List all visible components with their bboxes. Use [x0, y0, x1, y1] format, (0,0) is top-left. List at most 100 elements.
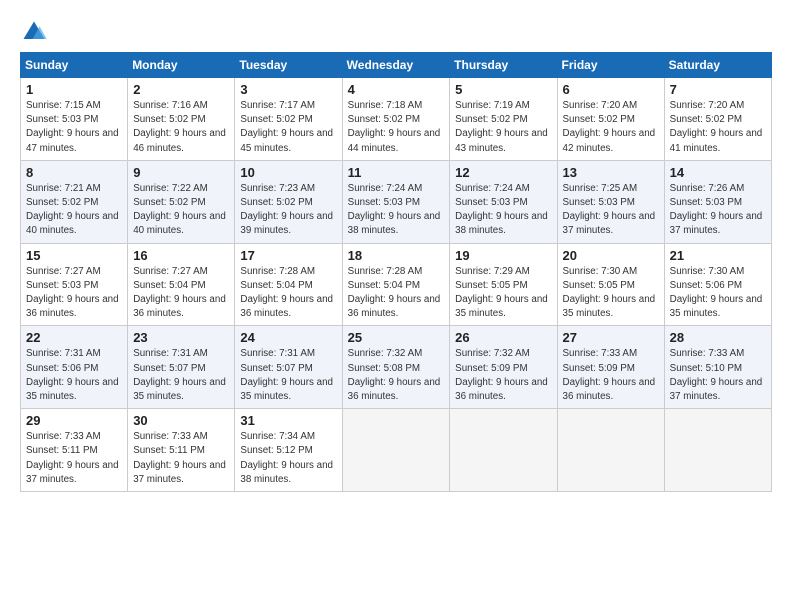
calendar-cell: 20 Sunrise: 7:30 AMSunset: 5:05 PMDaylig… — [557, 243, 664, 326]
day-info: Sunrise: 7:22 AMSunset: 5:02 PMDaylight:… — [133, 183, 226, 237]
day-info: Sunrise: 7:34 AMSunset: 5:12 PMDaylight:… — [240, 431, 333, 485]
day-number: 31 — [240, 413, 336, 428]
day-info: Sunrise: 7:33 AMSunset: 5:09 PMDaylight:… — [563, 348, 656, 402]
calendar-cell: 22 Sunrise: 7:31 AMSunset: 5:06 PMDaylig… — [21, 326, 128, 409]
day-info: Sunrise: 7:33 AMSunset: 5:11 PMDaylight:… — [133, 431, 226, 485]
day-number: 27 — [563, 330, 659, 345]
day-number: 11 — [348, 165, 445, 180]
calendar-week-row: 15 Sunrise: 7:27 AMSunset: 5:03 PMDaylig… — [21, 243, 772, 326]
day-info: Sunrise: 7:27 AMSunset: 5:03 PMDaylight:… — [26, 266, 119, 320]
calendar-cell — [557, 409, 664, 492]
calendar-cell: 30 Sunrise: 7:33 AMSunset: 5:11 PMDaylig… — [128, 409, 235, 492]
header — [20, 18, 772, 46]
calendar-cell: 25 Sunrise: 7:32 AMSunset: 5:08 PMDaylig… — [342, 326, 450, 409]
day-info: Sunrise: 7:16 AMSunset: 5:02 PMDaylight:… — [133, 100, 226, 154]
calendar-header-saturday: Saturday — [664, 53, 771, 78]
day-number: 15 — [26, 248, 122, 263]
day-info: Sunrise: 7:20 AMSunset: 5:02 PMDaylight:… — [670, 100, 763, 154]
calendar-cell: 17 Sunrise: 7:28 AMSunset: 5:04 PMDaylig… — [235, 243, 342, 326]
day-number: 8 — [26, 165, 122, 180]
day-number: 9 — [133, 165, 229, 180]
calendar-cell: 31 Sunrise: 7:34 AMSunset: 5:12 PMDaylig… — [235, 409, 342, 492]
calendar-header-friday: Friday — [557, 53, 664, 78]
day-info: Sunrise: 7:32 AMSunset: 5:09 PMDaylight:… — [455, 348, 548, 402]
day-number: 12 — [455, 165, 551, 180]
day-info: Sunrise: 7:28 AMSunset: 5:04 PMDaylight:… — [240, 266, 333, 320]
day-number: 29 — [26, 413, 122, 428]
calendar-header-thursday: Thursday — [450, 53, 557, 78]
calendar-cell: 12 Sunrise: 7:24 AMSunset: 5:03 PMDaylig… — [450, 160, 557, 243]
calendar-cell: 5 Sunrise: 7:19 AMSunset: 5:02 PMDayligh… — [450, 78, 557, 161]
calendar-cell: 14 Sunrise: 7:26 AMSunset: 5:03 PMDaylig… — [664, 160, 771, 243]
calendar-cell: 19 Sunrise: 7:29 AMSunset: 5:05 PMDaylig… — [450, 243, 557, 326]
day-number: 19 — [455, 248, 551, 263]
day-number: 26 — [455, 330, 551, 345]
day-number: 25 — [348, 330, 445, 345]
logo-icon — [20, 18, 48, 46]
day-number: 23 — [133, 330, 229, 345]
calendar-cell: 13 Sunrise: 7:25 AMSunset: 5:03 PMDaylig… — [557, 160, 664, 243]
calendar-cell: 4 Sunrise: 7:18 AMSunset: 5:02 PMDayligh… — [342, 78, 450, 161]
calendar-cell — [450, 409, 557, 492]
calendar-week-row: 29 Sunrise: 7:33 AMSunset: 5:11 PMDaylig… — [21, 409, 772, 492]
day-number: 13 — [563, 165, 659, 180]
day-number: 5 — [455, 82, 551, 97]
day-info: Sunrise: 7:25 AMSunset: 5:03 PMDaylight:… — [563, 183, 656, 237]
day-number: 2 — [133, 82, 229, 97]
calendar-week-row: 8 Sunrise: 7:21 AMSunset: 5:02 PMDayligh… — [21, 160, 772, 243]
day-number: 7 — [670, 82, 766, 97]
day-info: Sunrise: 7:31 AMSunset: 5:07 PMDaylight:… — [240, 348, 333, 402]
day-number: 18 — [348, 248, 445, 263]
calendar-cell: 18 Sunrise: 7:28 AMSunset: 5:04 PMDaylig… — [342, 243, 450, 326]
calendar-cell: 8 Sunrise: 7:21 AMSunset: 5:02 PMDayligh… — [21, 160, 128, 243]
calendar-header-row: SundayMondayTuesdayWednesdayThursdayFrid… — [21, 53, 772, 78]
day-info: Sunrise: 7:29 AMSunset: 5:05 PMDaylight:… — [455, 266, 548, 320]
day-number: 1 — [26, 82, 122, 97]
calendar-cell — [342, 409, 450, 492]
calendar-week-row: 1 Sunrise: 7:15 AMSunset: 5:03 PMDayligh… — [21, 78, 772, 161]
day-info: Sunrise: 7:32 AMSunset: 5:08 PMDaylight:… — [348, 348, 441, 402]
day-number: 14 — [670, 165, 766, 180]
logo — [20, 18, 53, 46]
calendar-week-row: 22 Sunrise: 7:31 AMSunset: 5:06 PMDaylig… — [21, 326, 772, 409]
calendar-header-tuesday: Tuesday — [235, 53, 342, 78]
calendar-cell: 27 Sunrise: 7:33 AMSunset: 5:09 PMDaylig… — [557, 326, 664, 409]
calendar-table: SundayMondayTuesdayWednesdayThursdayFrid… — [20, 52, 772, 492]
day-number: 30 — [133, 413, 229, 428]
calendar-header-monday: Monday — [128, 53, 235, 78]
day-number: 20 — [563, 248, 659, 263]
day-number: 3 — [240, 82, 336, 97]
calendar-header-sunday: Sunday — [21, 53, 128, 78]
day-info: Sunrise: 7:15 AMSunset: 5:03 PMDaylight:… — [26, 100, 119, 154]
day-info: Sunrise: 7:24 AMSunset: 5:03 PMDaylight:… — [455, 183, 548, 237]
day-number: 4 — [348, 82, 445, 97]
day-info: Sunrise: 7:20 AMSunset: 5:02 PMDaylight:… — [563, 100, 656, 154]
day-info: Sunrise: 7:26 AMSunset: 5:03 PMDaylight:… — [670, 183, 763, 237]
day-info: Sunrise: 7:33 AMSunset: 5:11 PMDaylight:… — [26, 431, 119, 485]
calendar-cell: 7 Sunrise: 7:20 AMSunset: 5:02 PMDayligh… — [664, 78, 771, 161]
day-number: 24 — [240, 330, 336, 345]
calendar-cell — [664, 409, 771, 492]
day-info: Sunrise: 7:21 AMSunset: 5:02 PMDaylight:… — [26, 183, 119, 237]
day-number: 21 — [670, 248, 766, 263]
day-number: 6 — [563, 82, 659, 97]
calendar-header-wednesday: Wednesday — [342, 53, 450, 78]
day-number: 22 — [26, 330, 122, 345]
day-number: 17 — [240, 248, 336, 263]
day-info: Sunrise: 7:18 AMSunset: 5:02 PMDaylight:… — [348, 100, 441, 154]
day-info: Sunrise: 7:24 AMSunset: 5:03 PMDaylight:… — [348, 183, 441, 237]
calendar-cell: 9 Sunrise: 7:22 AMSunset: 5:02 PMDayligh… — [128, 160, 235, 243]
calendar-cell: 28 Sunrise: 7:33 AMSunset: 5:10 PMDaylig… — [664, 326, 771, 409]
day-info: Sunrise: 7:23 AMSunset: 5:02 PMDaylight:… — [240, 183, 333, 237]
calendar-cell: 24 Sunrise: 7:31 AMSunset: 5:07 PMDaylig… — [235, 326, 342, 409]
calendar-cell: 6 Sunrise: 7:20 AMSunset: 5:02 PMDayligh… — [557, 78, 664, 161]
calendar-cell: 3 Sunrise: 7:17 AMSunset: 5:02 PMDayligh… — [235, 78, 342, 161]
calendar-cell: 16 Sunrise: 7:27 AMSunset: 5:04 PMDaylig… — [128, 243, 235, 326]
day-info: Sunrise: 7:27 AMSunset: 5:04 PMDaylight:… — [133, 266, 226, 320]
day-info: Sunrise: 7:31 AMSunset: 5:07 PMDaylight:… — [133, 348, 226, 402]
calendar-cell: 10 Sunrise: 7:23 AMSunset: 5:02 PMDaylig… — [235, 160, 342, 243]
day-number: 10 — [240, 165, 336, 180]
calendar-cell: 26 Sunrise: 7:32 AMSunset: 5:09 PMDaylig… — [450, 326, 557, 409]
calendar-cell: 21 Sunrise: 7:30 AMSunset: 5:06 PMDaylig… — [664, 243, 771, 326]
day-info: Sunrise: 7:31 AMSunset: 5:06 PMDaylight:… — [26, 348, 119, 402]
